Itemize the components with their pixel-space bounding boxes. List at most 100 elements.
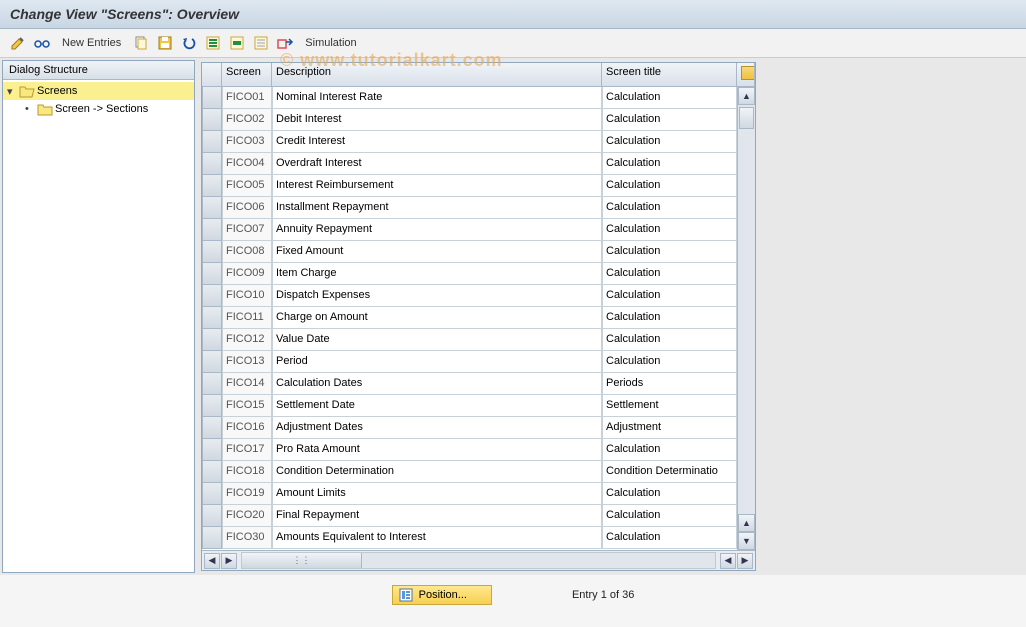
cell-screen[interactable]: FICO10 <box>222 285 272 307</box>
cell-description[interactable]: Installment Repayment <box>272 197 602 219</box>
table-row[interactable]: FICO12Value DateCalculation <box>202 329 737 351</box>
cell-screen[interactable]: FICO14 <box>222 373 272 395</box>
position-button[interactable]: Position... <box>392 585 492 605</box>
cell-title[interactable]: Condition Determinatio <box>602 461 737 483</box>
scroll-up-button[interactable]: ▲ <box>738 87 755 105</box>
tree-expand-icon[interactable]: ▾ <box>7 85 19 98</box>
cell-title[interactable]: Calculation <box>602 505 737 527</box>
row-selector[interactable] <box>202 109 222 131</box>
cell-description[interactable]: Settlement Date <box>272 395 602 417</box>
horizontal-scrollbar[interactable]: ◀ ▶ ⋮⋮ ◀ ▶ <box>202 550 755 570</box>
cell-description[interactable]: Final Repayment <box>272 505 602 527</box>
table-row[interactable]: FICO02Debit InterestCalculation <box>202 109 737 131</box>
row-selector[interactable] <box>202 461 222 483</box>
row-selector[interactable] <box>202 351 222 373</box>
hscroll-track[interactable]: ⋮⋮ <box>241 552 716 569</box>
row-selector[interactable] <box>202 329 222 351</box>
cell-title[interactable]: Calculation <box>602 87 737 109</box>
row-selector[interactable] <box>202 87 222 109</box>
row-selector[interactable] <box>202 505 222 527</box>
cell-description[interactable]: Overdraft Interest <box>272 153 602 175</box>
cell-title[interactable]: Calculation <box>602 483 737 505</box>
row-selector[interactable] <box>202 197 222 219</box>
cell-description[interactable]: Fixed Amount <box>272 241 602 263</box>
cell-screen[interactable]: FICO13 <box>222 351 272 373</box>
change-icon[interactable] <box>8 33 28 53</box>
table-row[interactable]: FICO18Condition DeterminationCondition D… <box>202 461 737 483</box>
simulation-button[interactable]: Simulation <box>299 35 362 51</box>
table-row[interactable]: FICO07Annuity RepaymentCalculation <box>202 219 737 241</box>
row-selector[interactable] <box>202 241 222 263</box>
cell-screen[interactable]: FICO18 <box>222 461 272 483</box>
cell-title[interactable]: Calculation <box>602 439 737 461</box>
column-header-description[interactable]: Description <box>272 63 602 86</box>
cell-title[interactable]: Periods <box>602 373 737 395</box>
table-row[interactable]: FICO20Final RepaymentCalculation <box>202 505 737 527</box>
cell-description[interactable]: Amounts Equivalent to Interest <box>272 527 602 549</box>
hscroll-right-step-button[interactable]: ▶ <box>221 553 237 569</box>
cell-description[interactable]: Item Charge <box>272 263 602 285</box>
hscroll-thumb[interactable]: ⋮⋮ <box>242 553 362 568</box>
cell-description[interactable]: Condition Determination <box>272 461 602 483</box>
new-entries-button[interactable]: New Entries <box>56 35 127 51</box>
cell-screen[interactable]: FICO12 <box>222 329 272 351</box>
table-row[interactable]: FICO30Amounts Equivalent to InterestCalc… <box>202 527 737 549</box>
tree-item-sections[interactable]: • Screen -> Sections <box>3 100 194 118</box>
tree-item-screens[interactable]: ▾ Screens <box>3 82 194 100</box>
undo-icon[interactable] <box>179 33 199 53</box>
row-selector[interactable] <box>202 219 222 241</box>
cell-screen[interactable]: FICO08 <box>222 241 272 263</box>
cell-screen[interactable]: FICO05 <box>222 175 272 197</box>
glasses-icon[interactable] <box>32 33 52 53</box>
cell-title[interactable]: Calculation <box>602 307 737 329</box>
row-selector[interactable] <box>202 285 222 307</box>
cell-title[interactable]: Calculation <box>602 197 737 219</box>
cell-title[interactable]: Calculation <box>602 241 737 263</box>
row-selector[interactable] <box>202 307 222 329</box>
cell-screen[interactable]: FICO19 <box>222 483 272 505</box>
cell-screen[interactable]: FICO02 <box>222 109 272 131</box>
row-selector[interactable] <box>202 417 222 439</box>
cell-description[interactable]: Credit Interest <box>272 131 602 153</box>
scroll-track[interactable] <box>738 105 755 514</box>
cell-title[interactable]: Calculation <box>602 175 737 197</box>
cell-screen[interactable]: FICO20 <box>222 505 272 527</box>
cell-title[interactable]: Calculation <box>602 131 737 153</box>
outbound-icon[interactable] <box>275 33 295 53</box>
cell-title[interactable]: Calculation <box>602 263 737 285</box>
cell-description[interactable]: Interest Reimbursement <box>272 175 602 197</box>
table-row[interactable]: FICO16Adjustment DatesAdjustment <box>202 417 737 439</box>
scroll-thumb[interactable] <box>739 107 754 129</box>
table-row[interactable]: FICO03Credit InterestCalculation <box>202 131 737 153</box>
cell-description[interactable]: Adjustment Dates <box>272 417 602 439</box>
selection-column-header[interactable] <box>202 63 222 86</box>
cell-description[interactable]: Dispatch Expenses <box>272 285 602 307</box>
row-selector[interactable] <box>202 153 222 175</box>
vertical-scrollbar[interactable]: ▲ ▲ ▼ <box>737 87 755 550</box>
table-row[interactable]: FICO05Interest ReimbursementCalculation <box>202 175 737 197</box>
row-selector[interactable] <box>202 263 222 285</box>
table-row[interactable]: FICO15Settlement DateSettlement <box>202 395 737 417</box>
copy-icon[interactable] <box>131 33 151 53</box>
hscroll-right-button[interactable]: ▶ <box>737 553 753 569</box>
select-block-icon[interactable] <box>227 33 247 53</box>
cell-screen[interactable]: FICO03 <box>222 131 272 153</box>
cell-title[interactable]: Adjustment <box>602 417 737 439</box>
cell-screen[interactable]: FICO30 <box>222 527 272 549</box>
cell-description[interactable]: Nominal Interest Rate <box>272 87 602 109</box>
cell-screen[interactable]: FICO09 <box>222 263 272 285</box>
scroll-up-step-button[interactable]: ▲ <box>738 514 755 532</box>
cell-screen[interactable]: FICO01 <box>222 87 272 109</box>
cell-title[interactable]: Settlement <box>602 395 737 417</box>
row-selector[interactable] <box>202 527 222 549</box>
row-selector[interactable] <box>202 439 222 461</box>
select-all-icon[interactable] <box>203 33 223 53</box>
table-row[interactable]: FICO04Overdraft InterestCalculation <box>202 153 737 175</box>
cell-description[interactable]: Debit Interest <box>272 109 602 131</box>
cell-screen[interactable]: FICO06 <box>222 197 272 219</box>
row-selector[interactable] <box>202 373 222 395</box>
cell-screen[interactable]: FICO07 <box>222 219 272 241</box>
table-row[interactable]: FICO13PeriodCalculation <box>202 351 737 373</box>
deselect-icon[interactable] <box>251 33 271 53</box>
cell-description[interactable]: Calculation Dates <box>272 373 602 395</box>
